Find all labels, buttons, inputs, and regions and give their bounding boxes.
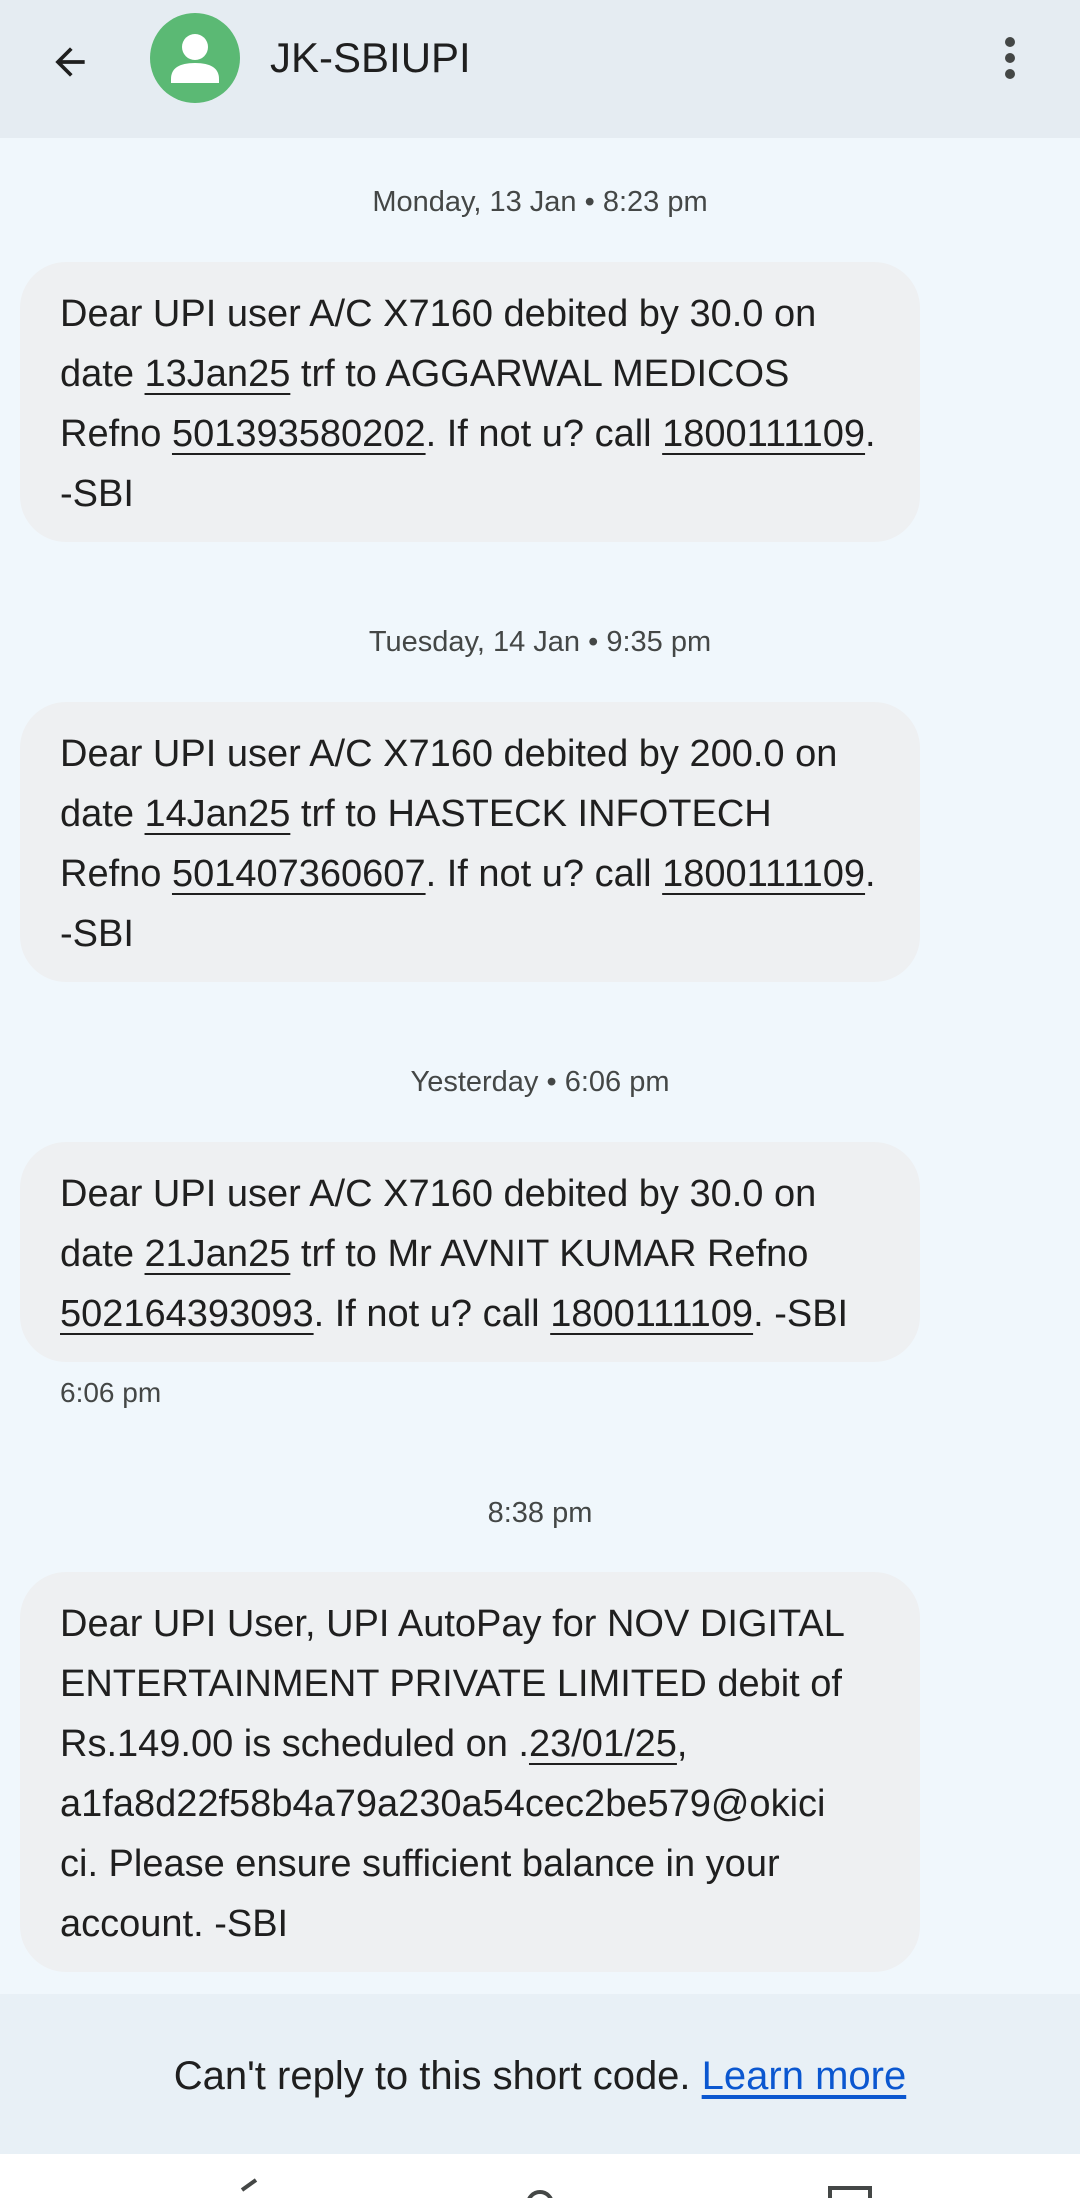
conversation-screen: JK-SBIUPI Monday, 13 Jan • 8:23 pm Dear …: [0, 0, 1080, 2198]
avatar[interactable]: [150, 13, 240, 103]
date-stamp: Yesterday • 6:06 pm: [410, 1066, 670, 1098]
message-bubble[interactable]: Dear UPI user A/C X7160 debited by 30.0 …: [20, 262, 920, 542]
message-bubble[interactable]: Dear UPI User, UPI AutoPay for NOV DIGIT…: [20, 1572, 920, 1972]
phone-link[interactable]: 1800111109: [662, 853, 865, 895]
banner-text: Can't reply to this short code.: [173, 2054, 702, 2098]
reference-link[interactable]: 501393580202: [172, 413, 426, 455]
message-text: ,: [676, 1723, 688, 1765]
back-button[interactable]: [30, 22, 110, 102]
message-time: 6:06 pm: [60, 1377, 162, 1408]
date-link[interactable]: 21Jan25: [145, 1233, 291, 1275]
nav-home-icon[interactable]: [510, 2174, 570, 2198]
message-text: . If not u? call: [313, 1293, 551, 1335]
message-text: . If not u? call: [425, 413, 663, 455]
more-options-button[interactable]: [980, 22, 1040, 94]
contact-name[interactable]: JK-SBIUPI: [270, 30, 471, 86]
reference-link[interactable]: 502164393093: [60, 1293, 314, 1335]
nav-recents-icon[interactable]: [820, 2174, 880, 2198]
nav-back-icon[interactable]: [216, 2174, 276, 2198]
message-bubble[interactable]: Dear UPI user A/C X7160 debited by 200.0…: [20, 702, 920, 982]
date-link[interactable]: 14Jan25: [145, 793, 291, 835]
message-line: a1fa8d22f58b4a79a230a54cec2be579@okici: [60, 1783, 826, 1825]
date-link[interactable]: 23/01/25: [529, 1723, 677, 1765]
message-text: . -SBI: [753, 1293, 849, 1335]
learn-more-link[interactable]: Learn more: [702, 2054, 907, 2098]
message-line: Rs.149.00 is scheduled on .23/01/25,: [60, 1714, 880, 1774]
message-bubble[interactable]: Dear UPI user A/C X7160 debited by 30.0 …: [20, 1142, 920, 1362]
date-stamp: Tuesday, 14 Jan • 9:35 pm: [368, 626, 712, 658]
message-text: Rs.149.00 is scheduled on .: [60, 1723, 529, 1765]
message-line: ENTERTAINMENT PRIVATE LIMITED debit of: [60, 1663, 842, 1705]
message-line: Dear UPI User, UPI AutoPay for NOV DIGIT…: [60, 1603, 845, 1645]
message-text: . If not u? call: [425, 853, 663, 895]
person-icon: [171, 34, 219, 83]
phone-link[interactable]: 1800111109: [662, 413, 865, 455]
more-vert-icon: [1005, 37, 1015, 79]
message-line: ci. Please ensure sufficient balance in …: [60, 1843, 780, 1885]
reply-disabled-text: Can't reply to this short code. Learn mo…: [0, 2046, 1080, 2106]
arrow-back-icon: [55, 47, 85, 77]
date-stamp: 8:38 pm: [487, 1497, 593, 1529]
reply-disabled-banner: Can't reply to this short code. Learn mo…: [0, 1994, 1080, 2154]
reference-link[interactable]: 501407360607: [172, 853, 426, 895]
top-app-bar: JK-SBIUPI: [0, 0, 1080, 138]
date-link[interactable]: 13Jan25: [145, 353, 291, 395]
date-stamp: Monday, 13 Jan • 8:23 pm: [372, 186, 708, 218]
message-line: account. -SBI: [60, 1903, 289, 1945]
phone-link[interactable]: 1800111109: [550, 1293, 753, 1335]
system-nav-bar: [0, 2154, 1080, 2198]
message-text: trf to Mr AVNIT KUMAR Refno: [290, 1233, 809, 1275]
